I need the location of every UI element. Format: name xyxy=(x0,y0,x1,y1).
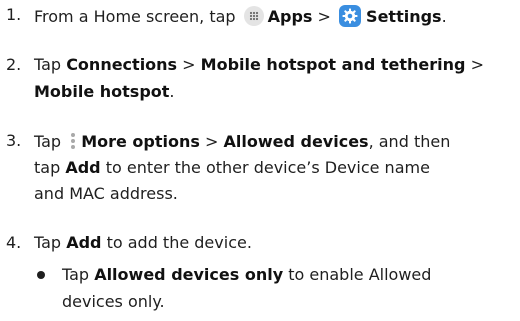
step-3-separator: > xyxy=(205,132,219,151)
step-1-end: . xyxy=(441,7,447,26)
step-1-separator: > xyxy=(317,7,331,26)
step-4-text-b: to add the device. xyxy=(106,233,252,252)
more-options-label: More options xyxy=(81,132,200,151)
step-1-line-1: From a Home screen, tap Apps > Settings. xyxy=(34,5,447,27)
add-device-label: Add xyxy=(66,233,102,252)
bullet-marker xyxy=(37,271,45,279)
step-3-line-1: Tap More options > Allowed devices, and … xyxy=(34,131,450,152)
step-3-number: 3. xyxy=(6,131,22,150)
bullet-text-b: to enable Allowed xyxy=(288,265,432,284)
bullet-text: Tap xyxy=(62,265,90,284)
step-2-text: Tap xyxy=(34,55,62,74)
step-3-text-c: tap xyxy=(34,158,61,177)
step-2-line-2: Mobile hotspot. xyxy=(34,82,175,102)
gear-icon xyxy=(339,5,362,27)
step-2-separator-1: > xyxy=(182,55,196,74)
step-4-number: 4. xyxy=(6,233,22,252)
apps-label: Apps xyxy=(267,7,313,26)
settings-label: Settings xyxy=(366,7,442,26)
step-4-line-1: Tap Add to add the device. xyxy=(34,233,252,253)
step-3-text-e: and MAC address. xyxy=(34,184,178,203)
step-3-text: Tap xyxy=(34,132,62,151)
allowed-devices-only-label: Allowed devices only xyxy=(94,265,284,284)
step-3-line-2: tap Add to enter the other device’s Devi… xyxy=(34,158,430,178)
step-2-line-1: Tap Connections > Mobile hotspot and tet… xyxy=(34,55,484,75)
step-2-number: 2. xyxy=(6,55,22,74)
mobile-hotspot-label: Mobile hotspot xyxy=(34,82,170,101)
step-1-text: From a Home screen, tap xyxy=(34,7,236,26)
step-3-line-3: and MAC address. xyxy=(34,184,178,204)
hotspot-tethering-label: Mobile hotspot and tethering xyxy=(200,55,466,74)
step-2-end: . xyxy=(169,82,175,101)
step-1-number: 1. xyxy=(6,5,22,24)
add-label: Add xyxy=(65,158,101,177)
step-2-separator-2: > xyxy=(470,55,484,74)
bullet-text-c: devices only. xyxy=(62,292,165,311)
step-4-text: Tap xyxy=(34,233,62,252)
connections-label: Connections xyxy=(66,55,178,74)
apps-grid-icon xyxy=(243,6,264,26)
vertical-dots-icon xyxy=(69,131,77,151)
bullet-line-2: devices only. xyxy=(62,292,165,312)
bullet-line-1: Tap Allowed devices only to enable Allow… xyxy=(62,265,431,285)
step-3-text-d: to enter the other device’s Device name xyxy=(105,158,430,177)
allowed-devices-label: Allowed devices xyxy=(223,132,369,151)
instructions-document: 1. From a Home screen, tap Apps > Settin… xyxy=(0,0,520,321)
step-3-text-b: , and then xyxy=(368,132,451,151)
